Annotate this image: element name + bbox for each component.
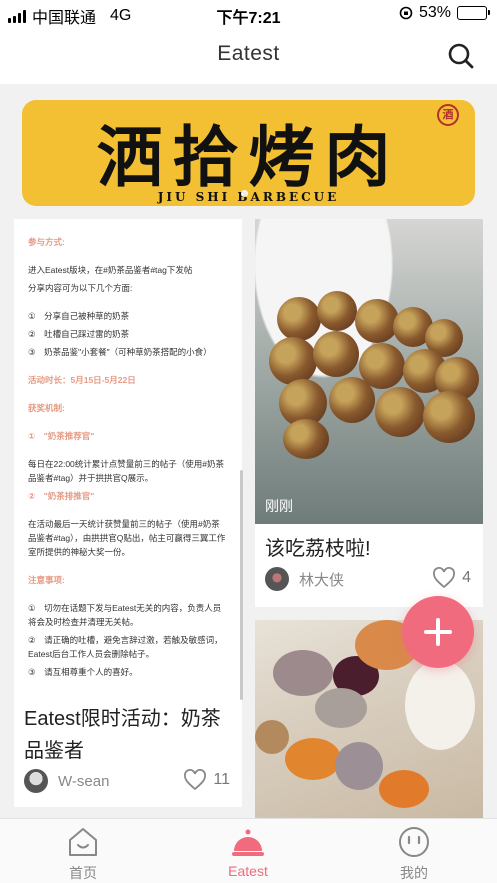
post-card-milktea[interactable]: 参与方式: 进入Eatest版块，在#奶茶品鉴者#tag下发帖 分享内容可为以下… [14,219,242,807]
avatar [265,567,289,591]
tab-label: 首页 [69,865,97,881]
heart-icon [184,769,207,791]
tab-home[interactable]: 首页 [33,825,133,883]
bottom-tab-bar: 首页 Eatest 我的 [0,818,497,883]
poster-list-item: ① 切勿在话题下发与Eatest无关的内容，负责人员将会及时检查并清理无关帖。 [28,603,222,627]
top-nav: Eatest [0,28,497,84]
post-image-poster: 参与方式: 进入Eatest版块，在#奶茶品鉴者#tag下发帖 分享内容可为以下… [14,219,242,699]
poster-list-item: ③ 请互相尊重个人的喜好。 [28,667,138,677]
poster-heading: 活动时长：5月15日-5月22日 [28,375,136,385]
post-author[interactable]: 林大侠 [265,567,344,591]
poster-heading: 获奖机制: [28,403,65,413]
poster-list-item: ① 分享自己被种草的奶茶 [28,311,130,321]
post-author[interactable]: W-sean [24,769,109,793]
face-icon [399,827,429,857]
post-card-lychee[interactable]: 刚刚 该吃荔枝啦! 林大侠 4 [255,219,483,607]
poster-list-item: ③ 奶茶品鉴"小套餐"（可种草奶茶搭配的小食） [28,347,212,357]
like-button[interactable]: 4 [432,567,471,589]
poster-text: 每日在22:00统计累计点赞量前三的帖子（使用#奶茶品鉴者#tag）并于拱拱官Q… [28,459,225,483]
poster-text: 进入Eatest版块，在#奶茶品鉴者#tag下发帖 [28,265,193,275]
poster-heading: ① "奶茶推荐官" [28,431,95,441]
like-count: 11 [213,771,230,788]
banner-headline: 洒拾烤肉 [96,118,401,196]
poster-heading: 注意事项: [28,575,65,585]
search-icon[interactable] [447,42,475,70]
poster-heading: ② "奶茶排推官" [28,491,95,501]
tab-label: Eatest [228,863,268,879]
like-button[interactable]: 11 [183,769,230,791]
post-title: Eatest限时活动：奶茶品鉴者 [24,708,221,762]
banner-pagination [241,190,248,197]
scrollbar[interactable] [240,470,243,700]
battery-percent: 53% [418,4,451,21]
status-right: 53% [399,4,490,22]
poster-text: 分享内容可为以下几个方面: [28,283,133,293]
like-count: 4 [462,569,471,586]
promo-banner[interactable]: 洒拾烤肉 酒 JIU SHI BARBECUE [22,100,475,206]
avatar [24,769,48,793]
home-icon [69,828,97,856]
battery-icon [457,6,490,20]
app-screen: 中国联通 4G 下午7:21 53% Eatest 洒拾烤肉 酒 JIU SHI… [0,0,497,883]
author-name: W-sean [58,772,110,790]
page-title: Eatest [217,42,280,65]
banner-stamp: 酒 [437,104,459,126]
tab-profile[interactable]: 我的 [364,825,464,883]
banner-subline: JIU SHI BARBECUE [157,190,340,204]
poster-list-item: ② 请正确的吐槽，避免言辞过激，若触及敏感词，Eatest后台工作人员会删除帖子… [28,635,223,659]
status-bar: 中国联通 4G 下午7:21 53% [0,0,497,28]
post-time-tag: 刚刚 [265,498,293,514]
pagination-dot [241,190,248,197]
cloche-icon [232,829,264,856]
post-image-lychee: 刚刚 [255,219,483,524]
heart-icon [433,567,456,589]
poster-list-item: ② 吐槽自己踩过雷的奶茶 [28,329,130,339]
add-post-button[interactable] [402,596,474,668]
poster-heading: 参与方式: [28,237,65,247]
orientation-lock-icon [399,6,413,20]
poster-text: 在活动最后一天统计获赞量前三的帖子（使用#奶茶品鉴者#tag），由拱拱官Q贴出，… [28,519,226,557]
tab-label: 我的 [400,865,428,881]
post-title: 该吃荔枝啦! [265,538,371,560]
tab-eatest[interactable]: Eatest [198,825,298,879]
author-name: 林大侠 [299,571,345,589]
